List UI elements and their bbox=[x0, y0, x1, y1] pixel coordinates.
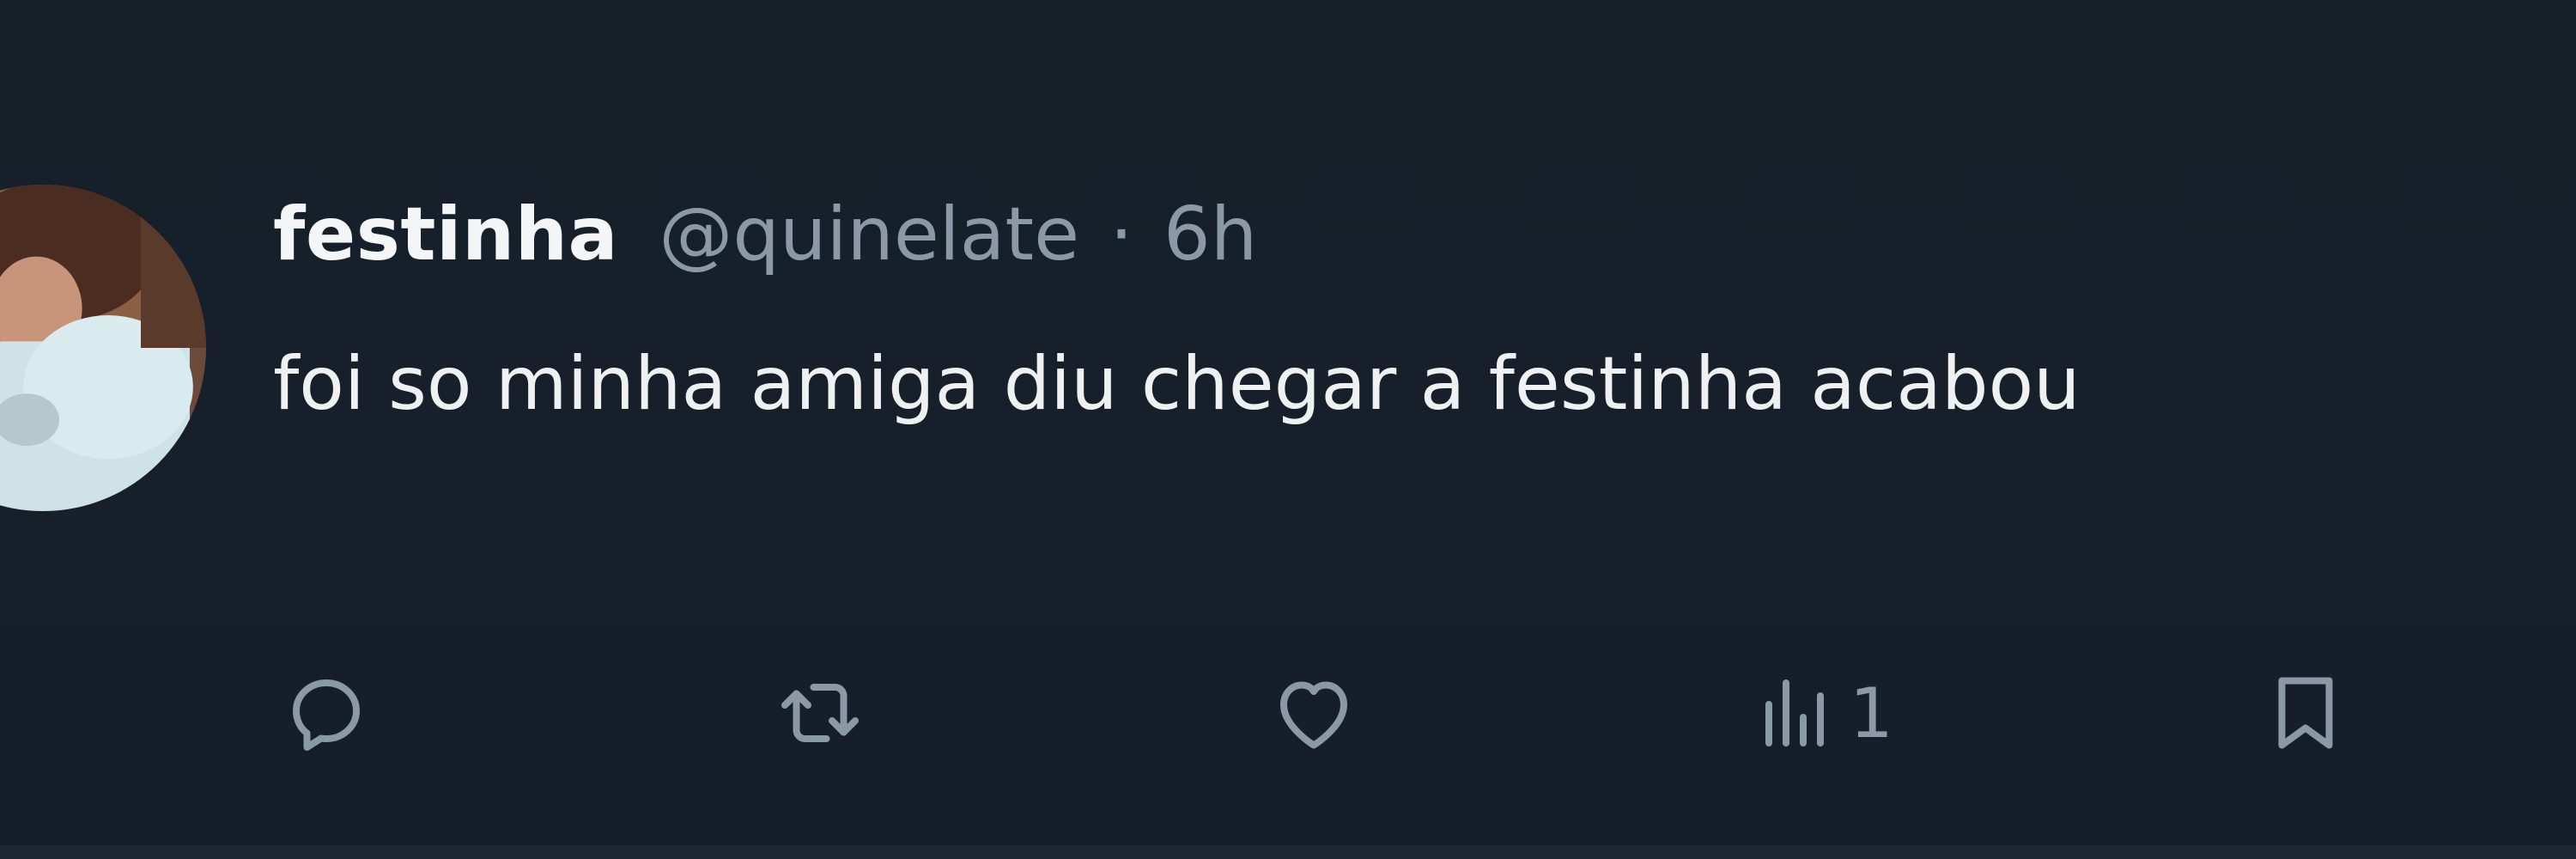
retweet-icon bbox=[781, 684, 859, 742]
retweet-button[interactable] bbox=[769, 661, 872, 765]
bookmark-icon bbox=[2278, 677, 2333, 749]
reply-button[interactable] bbox=[275, 661, 378, 765]
reply-icon bbox=[293, 679, 360, 751]
views-button[interactable]: 1 bbox=[1743, 661, 1893, 765]
analytics-icon bbox=[1765, 679, 1824, 746]
tweet-header: festinha @quinelate · 6h bbox=[273, 179, 1257, 290]
avatar[interactable] bbox=[0, 185, 206, 511]
user-handle[interactable]: @quinelate bbox=[659, 192, 1079, 277]
tweet-text: foi so minha amiga diu chegar a festinha… bbox=[273, 341, 2081, 427]
bookmark-button[interactable] bbox=[2254, 661, 2357, 765]
like-button[interactable] bbox=[1262, 661, 1365, 765]
display-name[interactable]: festinha bbox=[273, 192, 618, 277]
divider bbox=[0, 845, 2576, 859]
separator-dot: · bbox=[1109, 192, 1133, 277]
heart-icon bbox=[1280, 681, 1347, 749]
avatar-image bbox=[0, 185, 206, 511]
views-count: 1 bbox=[1850, 673, 1893, 753]
action-bar: 1 bbox=[0, 661, 2576, 765]
timestamp[interactable]: 6h bbox=[1163, 192, 1257, 277]
tweet-card[interactable]: festinha @quinelate · 6h foi so minha am… bbox=[0, 0, 2576, 859]
